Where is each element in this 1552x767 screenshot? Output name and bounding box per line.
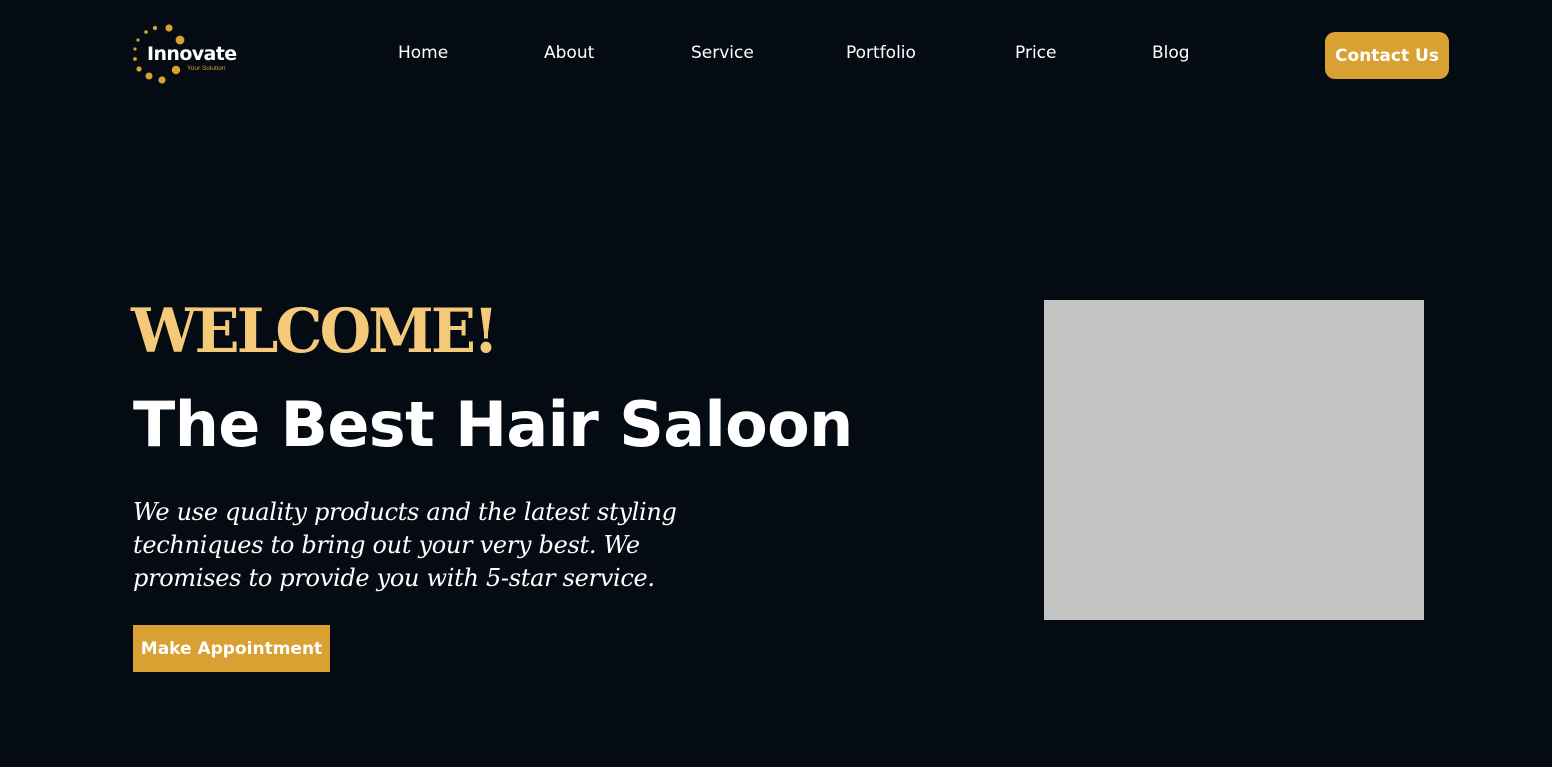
nav-item-about[interactable]: About	[544, 43, 594, 63]
hero-image-placeholder	[1044, 300, 1424, 620]
site-header: Innovate Your Solution Home About Servic…	[0, 0, 1552, 110]
nav-item-home[interactable]: Home	[398, 43, 448, 63]
nav-item-service[interactable]: Service	[691, 43, 754, 63]
contact-us-button[interactable]: Contact Us	[1325, 32, 1449, 79]
nav-item-portfolio[interactable]: Portfolio	[846, 43, 916, 63]
hero-headline: The Best Hair Saloon	[133, 388, 853, 461]
welcome-heading: WELCOME!	[131, 296, 499, 367]
nav-item-price[interactable]: Price	[1015, 43, 1056, 63]
nav-item-blog[interactable]: Blog	[1152, 43, 1190, 63]
brand-tagline: Your Solution	[187, 65, 226, 72]
brand-logo[interactable]: Innovate Your Solution	[131, 22, 241, 86]
make-appointment-button[interactable]: Make Appointment	[133, 625, 330, 672]
hero-description: We use quality products and the latest s…	[133, 498, 677, 592]
brand-name: Innovate	[147, 43, 237, 65]
